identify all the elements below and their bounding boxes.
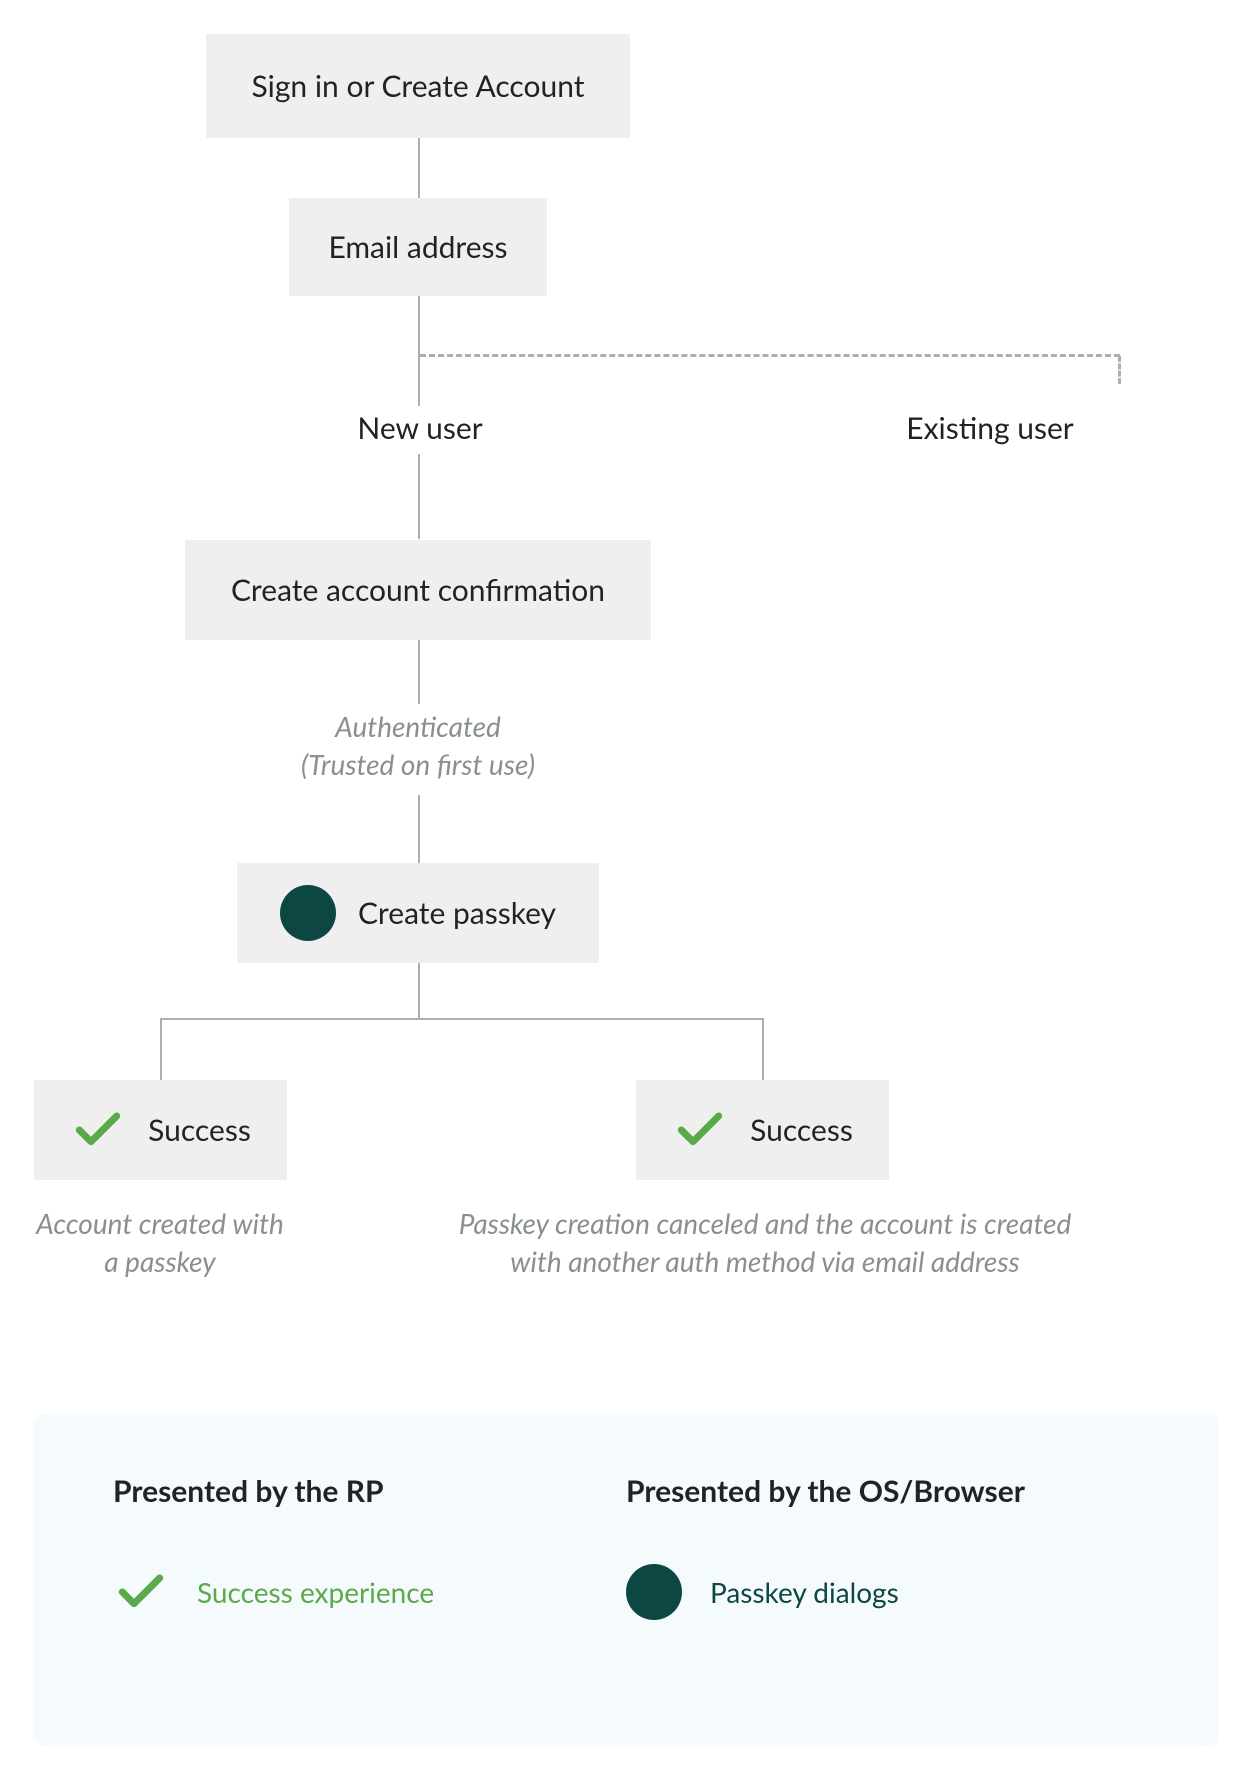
- node-create-passkey-label: Create passkey: [358, 895, 556, 931]
- node-create-confirm: Create account confirmation: [185, 540, 651, 640]
- connector: [418, 963, 420, 1018]
- legend-item-success: Success experience: [113, 1564, 626, 1620]
- node-success-left: Success: [34, 1080, 287, 1180]
- node-email-label: Email address: [328, 229, 507, 265]
- node-success-right: Success: [636, 1080, 889, 1180]
- legend-dialog-label: Passkey dialogs: [710, 1575, 899, 1609]
- connector: [418, 356, 420, 406]
- caption-authenticated: Authenticated (Trusted on first use): [248, 708, 588, 784]
- legend-success-label: Success experience: [197, 1575, 434, 1609]
- connector-dashed: [1118, 356, 1121, 384]
- connector: [418, 640, 420, 704]
- node-success-left-label: Success: [148, 1112, 251, 1148]
- node-success-right-label: Success: [750, 1112, 853, 1148]
- connector: [762, 1018, 764, 1080]
- connector: [418, 795, 420, 863]
- legend-title-rp: Presented by the RP: [113, 1473, 626, 1509]
- connector: [418, 296, 420, 356]
- passkey-dialog-icon: [626, 1564, 682, 1620]
- node-create-confirm-label: Create account confirmation: [231, 572, 605, 608]
- legend-col-rp: Presented by the RP Success experience: [113, 1473, 626, 1697]
- node-start-label: Sign in or Create Account: [251, 68, 584, 104]
- check-icon: [113, 1564, 169, 1620]
- connector: [418, 454, 420, 539]
- connector: [160, 1018, 162, 1080]
- label-existing-user: Existing user: [870, 410, 1110, 446]
- connector-dashed: [420, 354, 1120, 357]
- node-start: Sign in or Create Account: [206, 34, 630, 138]
- legend-panel: Presented by the RP Success experience P…: [33, 1413, 1219, 1747]
- node-email: Email address: [289, 198, 547, 296]
- label-new-user: New user: [330, 410, 510, 446]
- legend-title-os: Presented by the OS/Browser: [626, 1473, 1139, 1509]
- check-icon: [672, 1102, 728, 1158]
- caption-success-right: Passkey creation canceled and the accoun…: [420, 1205, 1110, 1281]
- passkey-dialog-icon: [280, 885, 336, 941]
- legend-col-os: Presented by the OS/Browser Passkey dial…: [626, 1473, 1139, 1697]
- connector: [160, 1018, 764, 1020]
- connector: [418, 138, 420, 198]
- check-icon: [70, 1102, 126, 1158]
- legend-item-dialog: Passkey dialogs: [626, 1564, 1139, 1620]
- caption-success-left: Account created with a passkey: [20, 1205, 300, 1281]
- node-create-passkey: Create passkey: [237, 863, 599, 963]
